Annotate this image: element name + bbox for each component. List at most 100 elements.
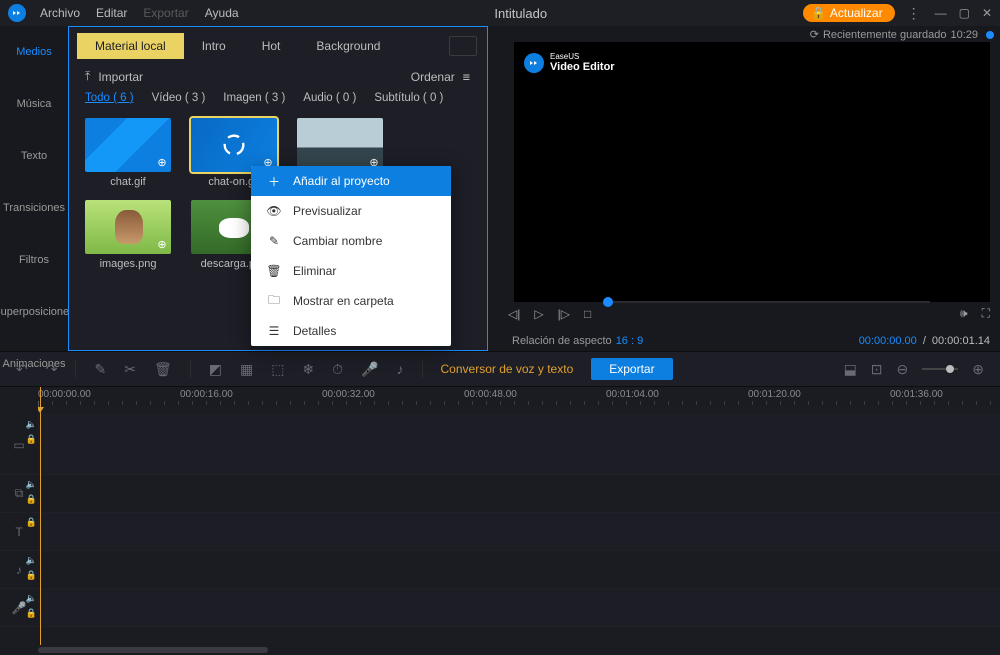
playhead[interactable] [40,387,41,645]
mute-icon[interactable]: 🔈 [26,593,37,604]
sidebar-item-filters[interactable]: Filtros [0,234,68,286]
ctx-rename[interactable]: ✎ Cambiar nombre [251,226,451,256]
more-menu-icon[interactable]: ⋮ [907,5,923,22]
sidebar-item-media[interactable]: Medios [0,26,68,78]
timeline-track-voice[interactable] [38,589,1000,627]
mute-icon[interactable]: 🔈 [26,419,37,430]
speed-button[interactable]: ⏱ [332,361,343,378]
filter-video[interactable]: Vídeo ( 3 ) [152,92,206,104]
stop-button[interactable]: □ [584,307,591,321]
timeline: ▭ 🔈🔒 ⧉ 🔈🔒 T 🔒 ♪ 🔈🔒 🎤 🔈🔒 00:00:00.00 00:0… [0,387,1000,655]
mute-icon[interactable]: 🔈 [26,555,37,566]
add-icon[interactable]: ⊕ [155,156,169,170]
timeline-track-video[interactable] [38,415,1000,475]
track-head-pip[interactable]: ⧉ 🔈 🔒 [0,475,38,513]
minimize-button[interactable]: — [935,6,947,20]
sidebar-item-animations[interactable]: Animaciones [0,338,68,390]
zoom-out-button[interactable]: ⊖ [897,361,909,378]
sidebar-item-text[interactable]: Texto [0,130,68,182]
lock-icon[interactable]: 🔒 [26,608,37,619]
track-head-voice[interactable]: 🎤 🔈🔒 [0,589,38,627]
ctx-details[interactable]: ☰ Detalles [251,316,451,346]
eye-icon: 👁 [267,204,281,218]
freeze-button[interactable]: ❄ [302,361,314,378]
maximize-button[interactable]: ▢ [959,6,970,20]
timeline-horizontal-scrollbar[interactable] [38,647,268,653]
ctx-reveal-folder[interactable]: 🗀 Mostrar en carpeta [251,286,451,316]
preview-viewport[interactable]: EaseUS Video Editor [514,42,990,302]
filter-subtitle[interactable]: Subtítulo ( 0 ) [374,92,443,104]
media-panel: Material local Intro Hot Background ⤒ Im… [68,26,488,351]
tab-background[interactable]: Background [298,33,398,59]
tab-intro[interactable]: Intro [184,33,244,59]
menu-export: Exportar [143,6,188,20]
aspect-value[interactable]: 16 : 9 [616,335,644,347]
text-track-icon: T [15,525,22,539]
sort-icon[interactable]: ≡ [463,70,467,84]
undo-button[interactable]: ↶ [16,361,28,378]
sidebar-item-music[interactable]: Música [0,78,68,130]
export-button[interactable]: Exportar [591,358,672,380]
cut-button[interactable]: ✂ [124,361,136,378]
delete-button[interactable]: 🗑 [154,361,172,378]
lock-icon[interactable]: 🔒 [26,494,37,505]
media-item[interactable]: ⊕ images.png [85,200,171,270]
sidebar-item-transitions[interactable]: Transiciones [0,182,68,234]
timeline-track-audio[interactable] [38,551,1000,589]
seek-bar[interactable] [608,301,930,303]
zoom-in-button[interactable]: ⊕ [972,361,984,378]
filter-all[interactable]: Todo ( 6 ) [85,92,134,104]
lock-icon[interactable]: 🔒 [26,570,37,581]
lock-icon[interactable]: 🔒 [26,434,37,445]
ctx-preview[interactable]: 👁 Previsualizar [251,196,451,226]
ctx-delete[interactable]: 🗑 Eliminar [251,256,451,286]
import-button[interactable]: Importar [98,70,143,84]
track-head-audio[interactable]: ♪ 🔈🔒 [0,551,38,589]
next-frame-button[interactable]: |▷ [558,307,570,321]
filter-image[interactable]: Imagen ( 3 ) [223,92,285,104]
voice-text-converter[interactable]: Conversor de voz y texto [441,362,574,376]
tab-local-material[interactable]: Material local [77,33,184,59]
ruler-label: 00:01:20.00 [748,389,801,400]
close-button[interactable]: ✕ [982,6,992,20]
volume-icon[interactable]: 🕪 [960,306,968,321]
sidebar-item-overlays[interactable]: Superposiciones [0,286,68,338]
window-title: Intitulado [239,6,803,21]
prev-frame-button[interactable]: ◁| [508,307,520,321]
edit-tool-icon[interactable]: ✎ [94,361,106,378]
track-head-video[interactable]: ▭ 🔈🔒 [0,415,38,475]
media-search-input[interactable] [449,36,477,56]
menu-edit[interactable]: Editar [96,6,127,20]
update-button[interactable]: 🔒 Actualizar [803,4,895,22]
voiceover-icon[interactable]: 🎤 [361,361,378,378]
marker-button[interactable]: ⬓ [844,361,857,378]
crop-button[interactable]: ◩ [209,361,222,378]
menu-help[interactable]: Ayuda [205,6,239,20]
pip-track-icon: ⧉ [15,486,24,501]
fit-button[interactable]: ⊡ [871,361,883,378]
add-icon[interactable]: ⊕ [155,238,169,252]
play-button[interactable]: ▷ [534,307,543,321]
zoom-slider[interactable] [922,368,958,370]
mute-icon[interactable]: 🔈 [26,479,37,490]
timeline-track-headers: ▭ 🔈🔒 ⧉ 🔈🔒 T 🔒 ♪ 🔈🔒 🎤 🔈🔒 [0,387,38,655]
audio-tool-icon[interactable]: ♪ [397,361,404,377]
context-menu: ＋ Añadir al proyecto 👁 Previsualizar ✎ C… [251,166,451,346]
filter-audio[interactable]: Audio ( 0 ) [303,92,356,104]
media-item[interactable]: ⊕ chat.gif [85,118,171,188]
mask-button[interactable]: ⬚ [271,361,284,378]
timeline-track-text[interactable] [38,513,1000,551]
fullscreen-button[interactable]: ⛶ [982,306,990,321]
track-head-text[interactable]: T 🔒 [0,513,38,551]
mosaic-button[interactable]: ▦ [240,361,253,378]
saved-icon: ⟳ [810,28,819,41]
redo-button[interactable]: ↷ [46,361,58,378]
timeline-ruler[interactable]: 00:00:00.00 00:00:16.00 00:00:32.00 00:0… [38,387,1000,415]
menu-file[interactable]: Archivo [40,6,80,20]
ctx-add-to-project[interactable]: ＋ Añadir al proyecto [251,166,451,196]
sort-button[interactable]: Ordenar [411,70,455,84]
time-separator: / [923,335,926,347]
timeline-track-pip[interactable] [38,475,1000,513]
tab-hot[interactable]: Hot [244,33,299,59]
lock-icon[interactable]: 🔒 [26,517,37,528]
